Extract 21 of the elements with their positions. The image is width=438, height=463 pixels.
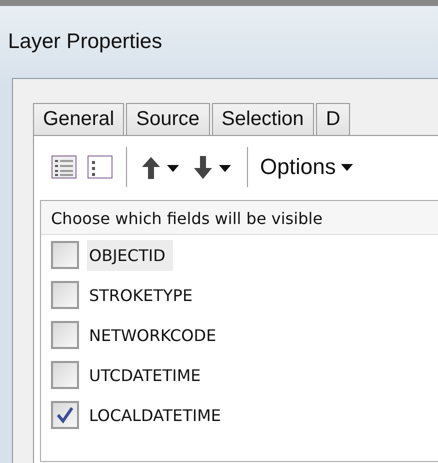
- field-name[interactable]: STROKETYPE: [87, 280, 201, 310]
- caret-icon: [340, 162, 354, 172]
- tab[interactable]: Source: [126, 103, 210, 135]
- field-name[interactable]: UTCDATETIME: [87, 360, 209, 390]
- checkbox[interactable]: [51, 321, 79, 349]
- field-name[interactable]: OBJECTID: [87, 240, 174, 270]
- tab[interactable]: D: [316, 103, 350, 135]
- tab[interactable]: Selection: [212, 103, 314, 135]
- checkbox[interactable]: [51, 241, 79, 269]
- list-view-icon[interactable]: [50, 153, 78, 181]
- checkbox[interactable]: [51, 361, 79, 389]
- field-name[interactable]: LOCALDATETIME: [87, 400, 229, 430]
- checkmark-icon: [54, 404, 76, 426]
- list-view-icon[interactable]: [86, 153, 114, 181]
- checkbox[interactable]: [51, 281, 79, 309]
- options-menu-button[interactable]: Options: [260, 154, 354, 180]
- window-title: Layer Properties: [8, 30, 162, 54]
- tab[interactable]: General: [33, 103, 124, 135]
- list-header: Choose which fields will be visible: [41, 201, 438, 235]
- field-name[interactable]: NETWORKCODE: [87, 320, 224, 350]
- checkbox[interactable]: [51, 401, 79, 429]
